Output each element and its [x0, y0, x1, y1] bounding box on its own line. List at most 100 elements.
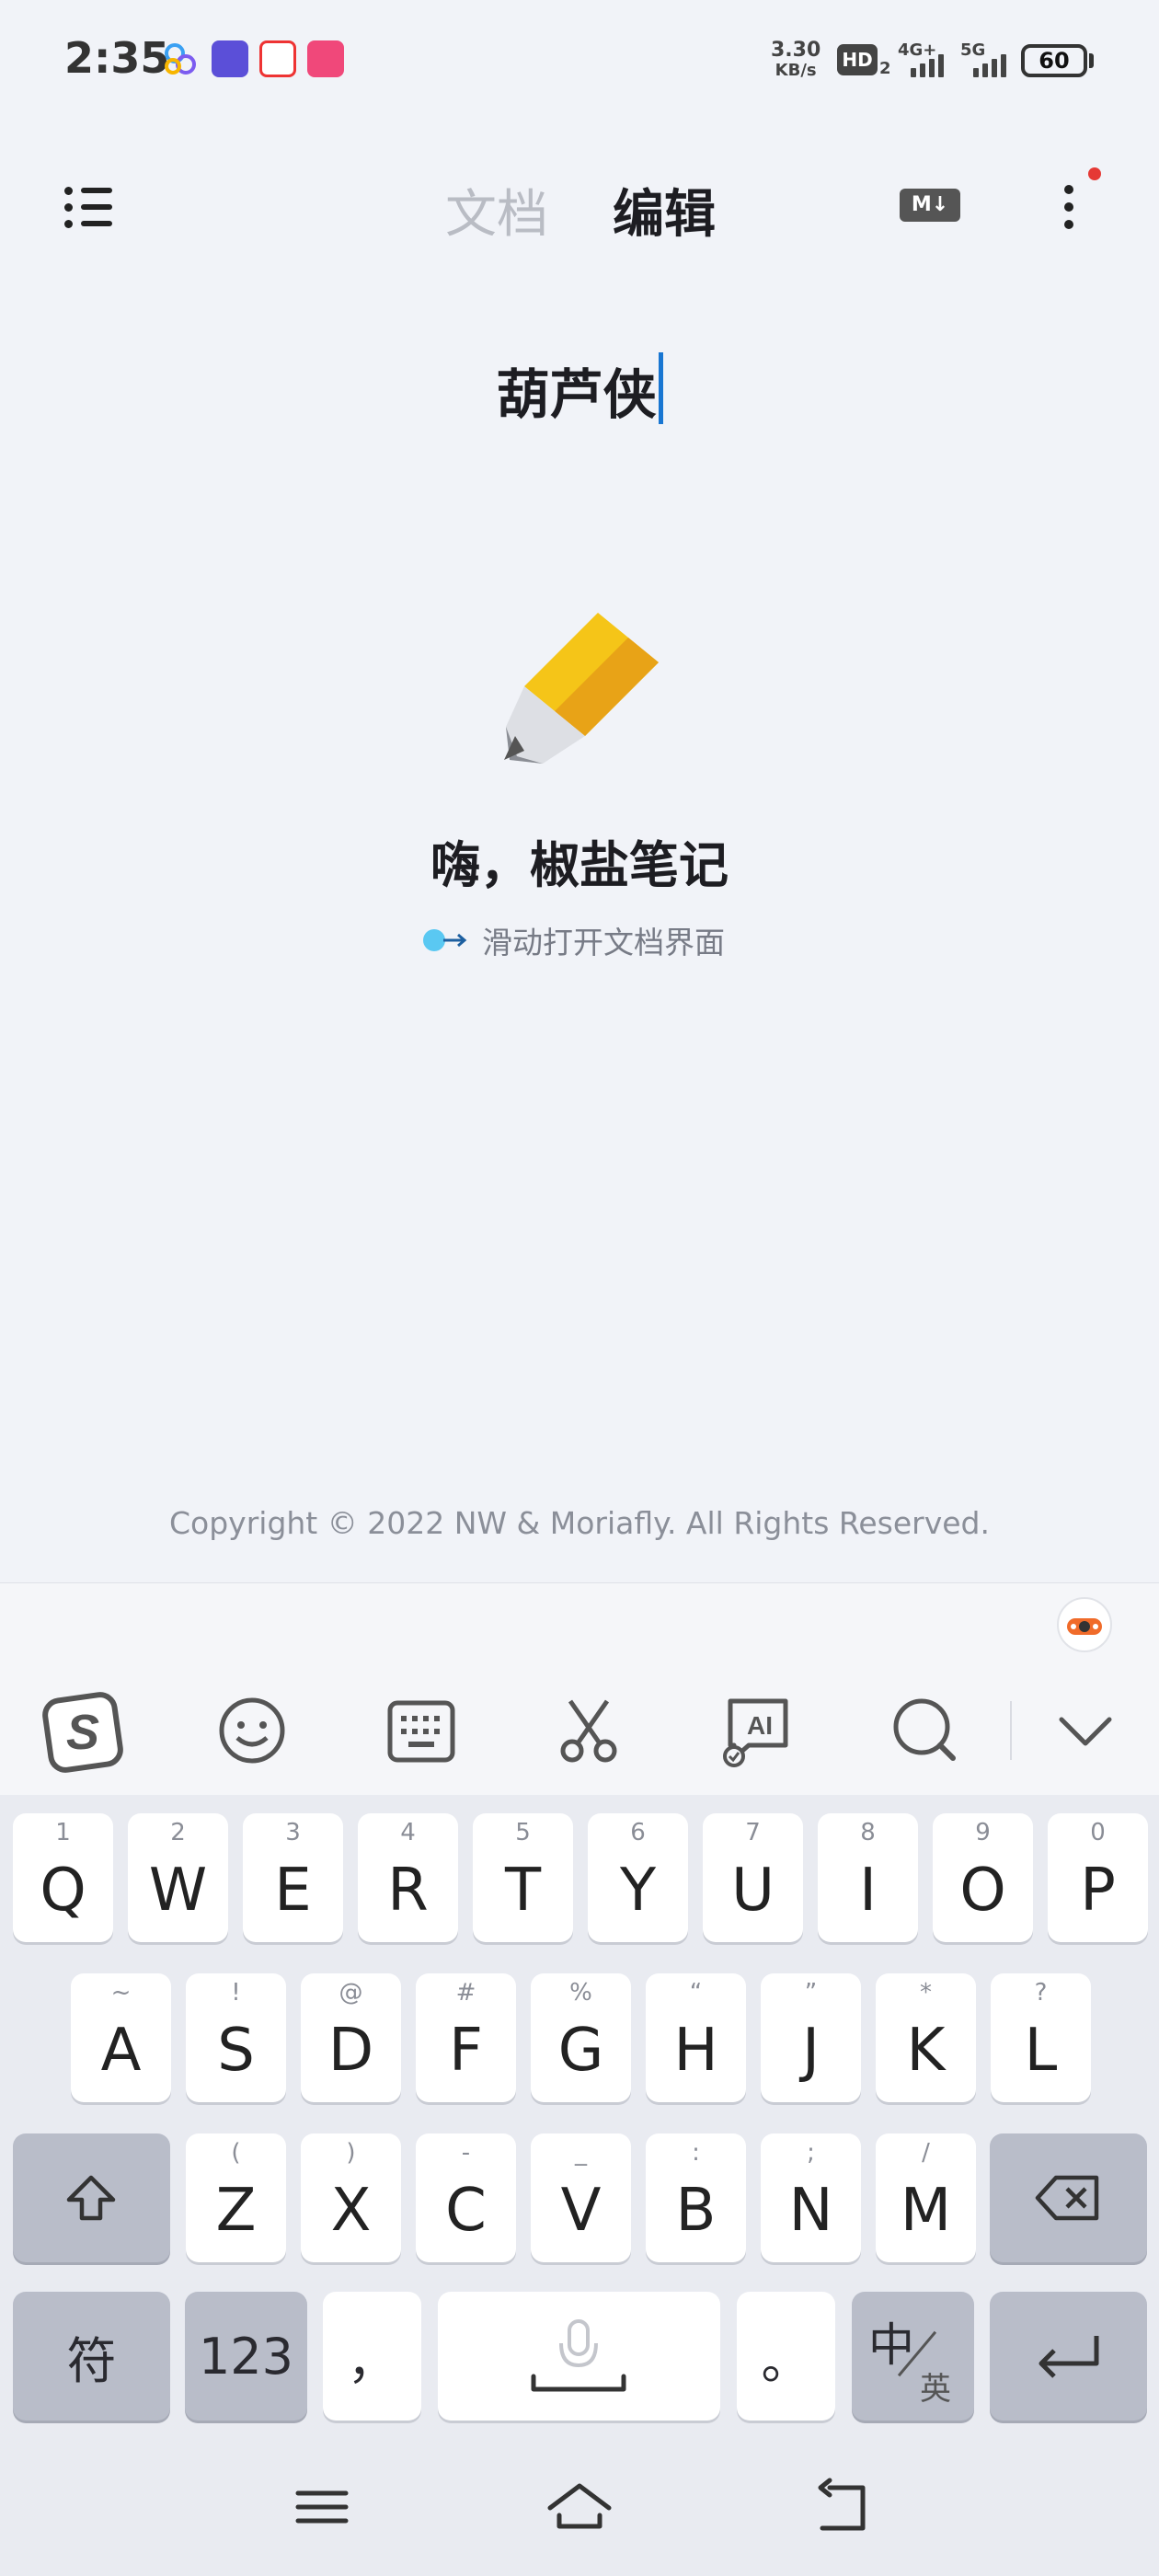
status-time: 2:35 — [64, 33, 170, 83]
symbols-key[interactable]: 符 — [13, 2292, 170, 2421]
key-k[interactable]: * K — [876, 1973, 976, 2102]
key-m[interactable]: / M — [876, 2133, 976, 2262]
key-d[interactable]: @ D — [301, 1973, 401, 2102]
key-t[interactable]: 5T — [473, 1813, 573, 1942]
keyboard-toolbar: S AI — [0, 1583, 1159, 1795]
key-a[interactable]: ~ A — [71, 1973, 171, 2102]
notification-dot — [1088, 167, 1101, 180]
key-z[interactable]: (Z — [186, 2133, 286, 2262]
key-primary-label: K — [906, 2017, 946, 2085]
key-y[interactable]: 6Y — [588, 1813, 688, 1942]
key-p[interactable]: 0P — [1048, 1813, 1148, 1942]
key-primary-label: T — [504, 1857, 542, 1925]
key-primary-label: J — [802, 2017, 820, 2085]
key-primary-label: P — [1080, 1857, 1116, 1925]
shift-key[interactable] — [13, 2133, 170, 2262]
language-switch-key[interactable]: 中 英 — [852, 2292, 974, 2421]
key-q[interactable]: 1Q — [13, 1813, 113, 1942]
search-icon[interactable] — [879, 1685, 971, 1777]
ai-icon[interactable]: AI — [710, 1685, 802, 1777]
key-e[interactable]: 3E — [243, 1813, 343, 1942]
app-badge-icon — [307, 40, 344, 77]
key-primary-label: B — [675, 2177, 717, 2245]
emoji-icon[interactable] — [206, 1685, 298, 1777]
tab-document[interactable]: 文档 — [445, 173, 548, 247]
key-f[interactable]: # F — [416, 1973, 516, 2102]
key-n[interactable]: ; N — [761, 2133, 861, 2262]
key-primary-label: X — [330, 2177, 372, 2245]
key-secondary-label: / — [922, 2139, 930, 2167]
key-primary-label: H — [673, 2017, 718, 2085]
key-primary-label: Q — [40, 1857, 86, 1925]
menu-icon[interactable] — [285, 2475, 359, 2539]
key-primary-label: O — [959, 1857, 1006, 1925]
text-cursor — [658, 352, 663, 424]
key-secondary-label: ” — [804, 1979, 818, 2007]
tab-edit[interactable]: 编辑 — [613, 173, 716, 247]
network-speed: 3.30 KB/s — [771, 39, 821, 81]
document-title-input[interactable]: 葫芦侠 — [0, 351, 1159, 429]
key-secondary-label: 5 — [515, 1819, 531, 1846]
key-secondary-label: % — [569, 1979, 592, 2007]
sogou-logo-icon[interactable]: S — [39, 1685, 131, 1777]
key-primary-label: F — [449, 2017, 483, 2085]
key-primary-label: U — [731, 1857, 775, 1925]
battery-percent: 60 — [1039, 48, 1070, 74]
key-s[interactable]: ! S — [186, 1973, 286, 2102]
key-primary-label: G — [557, 2017, 604, 2085]
key-x[interactable]: ) X — [301, 2133, 401, 2262]
shift-icon — [66, 2175, 116, 2221]
key-primary-label: W — [148, 1857, 208, 1925]
key-g[interactable]: % G — [531, 1973, 631, 2102]
key-i[interactable]: 8I — [818, 1813, 918, 1942]
home-icon[interactable] — [543, 2475, 616, 2539]
key-secondary-label: 6 — [630, 1819, 646, 1846]
comma-key[interactable]: ， — [323, 2292, 421, 2421]
key-secondary-label: 9 — [975, 1819, 991, 1846]
hd-voice-sub: 2 — [879, 59, 891, 78]
key-primary-label: Z — [215, 2177, 257, 2245]
back-icon[interactable] — [802, 2475, 876, 2539]
key-b[interactable]: :B — [646, 2133, 746, 2262]
swipe-hint-text: 滑动打开文档界面 — [482, 925, 725, 960]
key-o[interactable]: 9O — [933, 1813, 1033, 1942]
key-secondary-label: - — [461, 2139, 471, 2167]
enter-icon — [1039, 2336, 1099, 2378]
more-options-icon[interactable] — [1058, 179, 1080, 235]
scissors-icon[interactable] — [543, 1685, 635, 1777]
battery-icon: 60 — [1021, 44, 1087, 77]
key-primary-label: A — [100, 2017, 142, 2085]
period-key[interactable]: 。 — [737, 2292, 835, 2421]
key-secondary-label: 4 — [400, 1819, 416, 1846]
key-v[interactable]: _ V — [531, 2133, 631, 2262]
backspace-icon — [1035, 2175, 1099, 2221]
tieba-notification-icon — [212, 40, 248, 77]
collapse-keyboard-icon[interactable] — [1039, 1685, 1131, 1777]
numbers-key[interactable]: 123 — [185, 2292, 307, 2421]
key-secondary-label: ~ — [110, 1979, 132, 2007]
markdown-icon[interactable]: M↓ — [900, 189, 960, 222]
key-secondary-label: 0 — [1090, 1819, 1106, 1846]
key-secondary-label: ( — [231, 2139, 241, 2167]
key-l[interactable]: ? L — [991, 1973, 1091, 2102]
key-w[interactable]: 2W — [128, 1813, 228, 1942]
key-primary-label: Y — [619, 1857, 657, 1925]
key-h[interactable]: “H — [646, 1973, 746, 2102]
menu-list-icon[interactable] — [57, 179, 121, 235]
space-key[interactable] — [438, 2292, 720, 2421]
keyboard-icon[interactable] — [375, 1685, 467, 1777]
key-secondary-label: ? — [1034, 1979, 1048, 2007]
enter-key[interactable] — [990, 2292, 1147, 2421]
key-u[interactable]: 7U — [703, 1813, 803, 1942]
key-r[interactable]: 4R — [358, 1813, 458, 1942]
app-notification-icon — [162, 40, 199, 77]
key-secondary-label: 2 — [170, 1819, 186, 1846]
mascot-icon[interactable] — [1056, 1596, 1113, 1653]
key-secondary-label: ) — [346, 2139, 356, 2167]
key-j[interactable]: ” J — [761, 1973, 861, 2102]
backspace-key[interactable] — [990, 2133, 1147, 2262]
key-c[interactable]: -C — [416, 2133, 516, 2262]
cloud-notification-icon — [259, 40, 296, 77]
key-primary-label: N — [788, 2177, 833, 2245]
key-primary-label: I — [859, 1857, 877, 1925]
